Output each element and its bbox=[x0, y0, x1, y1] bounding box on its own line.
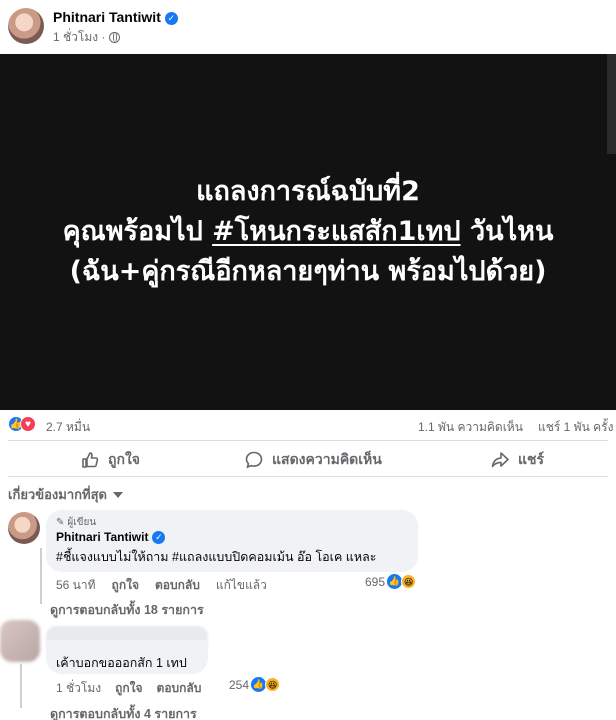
share-label: แชร์ bbox=[518, 451, 545, 467]
share-count[interactable]: แชร์ 1 พัน ครั้ง bbox=[538, 418, 613, 437]
author-badge-label: ผู้เขียน bbox=[67, 517, 97, 528]
image-line-2: คุณพร้อมไป #โหนกระแสสัก1เทป วันไหน bbox=[63, 212, 554, 252]
like-reaction-icon: 👍 bbox=[251, 677, 267, 692]
haha-reaction-icon: 😆 bbox=[265, 677, 281, 692]
comment-filter-label: เกี่ยวข้องมากที่สุด bbox=[8, 487, 107, 502]
image-line-2-prefix: คุณพร้อมไป bbox=[62, 216, 213, 247]
post-time-text[interactable]: 1 ชั่วโมง · bbox=[53, 28, 105, 47]
comment-button[interactable]: แสดงความคิดเห็น bbox=[244, 448, 382, 472]
commenter-name[interactable]: Phitnari Tantiwit bbox=[56, 530, 148, 544]
divider bbox=[8, 476, 608, 477]
love-reaction-icon[interactable]: ♥ bbox=[20, 416, 36, 432]
next-image-edge bbox=[607, 54, 616, 154]
verified-badge-icon: ✓ bbox=[152, 531, 166, 545]
reactions-row: 👍 ♥ 2.7 หมื่น 1.1 พัน ความคิดเห็น แชร์ 1… bbox=[8, 415, 613, 437]
comment-avatar-blurred[interactable] bbox=[0, 620, 40, 662]
share-button[interactable]: แชร์ bbox=[490, 448, 544, 472]
comment-reactions[interactable]: 254 👍 😆 bbox=[229, 677, 281, 692]
like-label: ถูกใจ bbox=[108, 451, 140, 467]
comment-reply-link[interactable]: ตอบกลับ bbox=[157, 679, 202, 698]
comment-reactions[interactable]: 695 👍 😆 bbox=[365, 574, 417, 589]
image-hashtag: #โหนกระแสสัก1เทป bbox=[212, 216, 461, 247]
author-name-row[interactable]: Phitnari Tantiwit ✓ bbox=[53, 9, 178, 25]
author-avatar[interactable] bbox=[8, 8, 44, 44]
comment-filter-dropdown[interactable]: เกี่ยวข้องมากที่สุด bbox=[8, 484, 123, 505]
post-timestamp[interactable]: 1 ชั่วโมง · bbox=[53, 28, 121, 47]
comment-like-link[interactable]: ถูกใจ bbox=[115, 679, 142, 698]
pencil-icon: ✎ bbox=[56, 517, 65, 528]
author-name[interactable]: Phitnari Tantiwit bbox=[53, 9, 161, 25]
author-badge: ✎ ผู้เขียน bbox=[56, 515, 96, 530]
comment-reaction-count: 254 bbox=[229, 677, 250, 692]
divider bbox=[8, 440, 608, 441]
view-replies-link[interactable]: ดูการตอบกลับทั้ง 4 รายการ bbox=[50, 704, 197, 720]
thread-line bbox=[20, 664, 22, 708]
globe-icon bbox=[109, 32, 121, 43]
reaction-count[interactable]: 2.7 หมื่น bbox=[46, 418, 90, 437]
commenter-name-row[interactable]: Phitnari Tantiwit ✓ bbox=[56, 530, 166, 545]
image-line-2-suffix: วันไหน bbox=[460, 216, 554, 247]
share-icon bbox=[491, 452, 509, 468]
image-line-1: แถลงการณ์ฉบับที่2 bbox=[196, 176, 420, 207]
comment-avatar[interactable] bbox=[8, 512, 40, 544]
comment-reaction-count: 695 bbox=[365, 574, 386, 589]
image-line-3: (ฉัน+คู่กรณีอีกหลายๆท่าน พร้อมไปด้วย) bbox=[69, 256, 547, 287]
comment-text: เค้าบอกขอออกสัก 1 เทป bbox=[56, 656, 187, 670]
verified-badge-icon: ✓ bbox=[164, 11, 178, 25]
comment-count[interactable]: 1.1 พัน ความคิดเห็น bbox=[418, 418, 523, 437]
comment-edited-label: แก้ไขแล้ว bbox=[215, 578, 267, 592]
comment-text: #ชี้แจงแบบไม่ให้ถาม #แถลงแบบปิดคอมเม้น อ… bbox=[56, 550, 377, 564]
post-image[interactable]: แถลงการณ์ฉบับที่2 คุณพร้อมไป #โหนกระแสสั… bbox=[0, 54, 616, 410]
comment-like-link[interactable]: ถูกใจ bbox=[112, 576, 139, 595]
comment-meta: 1 ชั่วโมง ถูกใจ ตอบกลับ bbox=[56, 679, 201, 698]
comment-time[interactable]: 56 นาที bbox=[56, 576, 96, 595]
comment-icon bbox=[245, 451, 263, 469]
caret-down-icon bbox=[112, 491, 123, 498]
thumbs-up-icon bbox=[82, 452, 99, 468]
like-button[interactable]: ถูกใจ bbox=[80, 448, 140, 472]
comment-meta: 56 นาที ถูกใจ ตอบกลับ แก้ไขแล้ว bbox=[56, 576, 267, 595]
thread-line bbox=[40, 548, 42, 604]
comment-label: แสดงความคิดเห็น bbox=[272, 451, 382, 467]
like-reaction-icon: 👍 bbox=[387, 574, 403, 589]
haha-reaction-icon: 😆 bbox=[401, 574, 417, 589]
view-replies-link[interactable]: ดูการตอบกลับทั้ง 18 รายการ bbox=[50, 600, 204, 620]
comment-reply-link[interactable]: ตอบกลับ bbox=[155, 576, 200, 595]
comment-time[interactable]: 1 ชั่วโมง bbox=[56, 679, 101, 698]
